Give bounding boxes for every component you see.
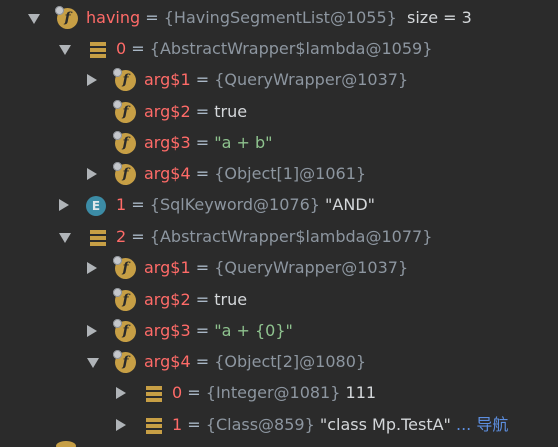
list-element-icon xyxy=(146,418,162,434)
field-icon: f xyxy=(55,6,78,29)
object-reference: {AbstractWrapper$lambda@1059} xyxy=(149,39,433,58)
object-reference: {Object[2]@1080} xyxy=(214,352,367,371)
string-value: "class Mp.TestA" xyxy=(319,415,451,434)
navigate-link[interactable]: 导航 xyxy=(476,415,508,434)
field-icon: f xyxy=(113,319,136,342)
expand-toggle[interactable] xyxy=(28,14,40,24)
equals-sign: = xyxy=(187,415,201,434)
debugger-variables-tree: f having = {HavingSegmentList@1055} size… xyxy=(0,0,558,447)
enum-icon: E xyxy=(86,196,106,216)
tree-row-element[interactable]: 0 = {AbstractWrapper$lambda@1059} xyxy=(0,34,558,65)
expand-toggle[interactable] xyxy=(87,358,99,368)
primitive-value: 111 xyxy=(345,383,377,402)
object-reference: {HavingSegmentList@1055} xyxy=(163,8,397,27)
field-icon: f xyxy=(113,162,136,185)
variable-name: arg$3 xyxy=(144,133,191,152)
string-value: "AND" xyxy=(325,195,375,214)
equals-sign: = xyxy=(195,164,210,183)
tree-row-field[interactable]: f arg$3 = "a + b" xyxy=(0,128,558,159)
object-reference: {Object[1]@1061} xyxy=(214,164,367,183)
tree-row-element[interactable]: 1 = {Class@859} "class Mp.TestA" ... 导航 xyxy=(0,410,558,441)
equals-sign: = xyxy=(131,39,145,58)
collapse-toggle[interactable] xyxy=(59,199,69,211)
field-icon: f xyxy=(113,256,136,279)
variable-name: arg$4 xyxy=(144,352,191,371)
tree-row-field[interactable]: f arg$2 = true xyxy=(0,97,558,128)
tree-row-having[interactable]: f having = {HavingSegmentList@1055} size… xyxy=(0,3,558,34)
expand-toggle[interactable] xyxy=(59,45,71,55)
expand-toggle[interactable] xyxy=(59,233,71,243)
equals-sign: = xyxy=(195,70,210,89)
tree-row-element[interactable]: 2 = {AbstractWrapper$lambda@1077} xyxy=(0,222,558,253)
variable-name: arg$3 xyxy=(144,321,191,340)
tree-row-element[interactable]: 0 = {Integer@1081} 111 xyxy=(0,378,558,409)
string-value: "a + b" xyxy=(214,133,273,152)
list-element-icon xyxy=(90,230,106,246)
tree-row-field[interactable]: f arg$1 = {QueryWrapper@1037} xyxy=(0,253,558,284)
tree-row-field[interactable]: f arg$4 = {Object[1]@1061} xyxy=(0,159,558,190)
field-icon: f xyxy=(113,100,136,123)
field-icon: f xyxy=(113,68,136,91)
collection-size: size = 3 xyxy=(407,8,472,27)
value-ellipsis[interactable]: ... xyxy=(456,415,471,434)
equals-sign: = xyxy=(195,321,210,340)
variable-name: having xyxy=(86,8,141,27)
variable-name: 2 xyxy=(116,227,127,246)
collapse-toggle[interactable] xyxy=(87,74,97,86)
list-element-icon xyxy=(90,42,106,58)
primitive-value: true xyxy=(214,290,248,309)
variable-name: 0 xyxy=(172,383,183,402)
tree-row-element[interactable]: E 1 = {SqlKeyword@1076} "AND" xyxy=(0,190,558,221)
equals-sign: = xyxy=(131,227,145,246)
equals-sign: = xyxy=(145,8,159,27)
tree-row-field[interactable]: f arg$4 = {Object[2]@1080} xyxy=(0,347,558,378)
equals-sign: = xyxy=(195,102,210,121)
variable-name: 1 xyxy=(116,195,127,214)
object-reference: {Class@859} xyxy=(205,415,315,434)
tree-row-field[interactable]: f arg$2 = true xyxy=(0,285,558,316)
string-value: "a + {0}" xyxy=(214,321,293,340)
object-reference: {QueryWrapper@1037} xyxy=(214,70,409,89)
field-icon: f xyxy=(113,288,136,311)
list-element-icon xyxy=(146,386,162,402)
object-reference: {SqlKeyword@1076} xyxy=(149,195,320,214)
object-reference: {AbstractWrapper$lambda@1077} xyxy=(149,227,433,246)
variable-name: arg$2 xyxy=(144,102,191,121)
primitive-value: true xyxy=(214,102,248,121)
field-icon xyxy=(56,441,76,447)
equals-sign: = xyxy=(195,133,210,152)
variable-name: 1 xyxy=(172,415,183,434)
equals-sign: = xyxy=(187,383,201,402)
field-icon: f xyxy=(113,131,136,154)
collapse-toggle[interactable] xyxy=(116,419,126,431)
equals-sign: = xyxy=(195,290,210,309)
variable-name: arg$4 xyxy=(144,164,191,183)
variable-name: arg$2 xyxy=(144,290,191,309)
variable-name: 0 xyxy=(116,39,127,58)
object-reference: {Integer@1081} xyxy=(205,383,341,402)
collapse-toggle[interactable] xyxy=(87,325,97,337)
tree-row-field[interactable]: f arg$3 = "a + {0}" xyxy=(0,316,558,347)
variable-name: arg$1 xyxy=(144,258,191,277)
variable-name: arg$1 xyxy=(144,70,191,89)
field-icon: f xyxy=(113,350,136,373)
tree-row-field[interactable]: f arg$1 = {QueryWrapper@1037} xyxy=(0,65,558,96)
equals-sign: = xyxy=(195,352,210,371)
collapse-toggle[interactable] xyxy=(87,168,97,180)
object-reference: {QueryWrapper@1037} xyxy=(214,258,409,277)
collapse-toggle[interactable] xyxy=(116,387,126,399)
equals-sign: = xyxy=(195,258,210,277)
collapse-toggle[interactable] xyxy=(87,262,97,274)
equals-sign: = xyxy=(131,195,145,214)
